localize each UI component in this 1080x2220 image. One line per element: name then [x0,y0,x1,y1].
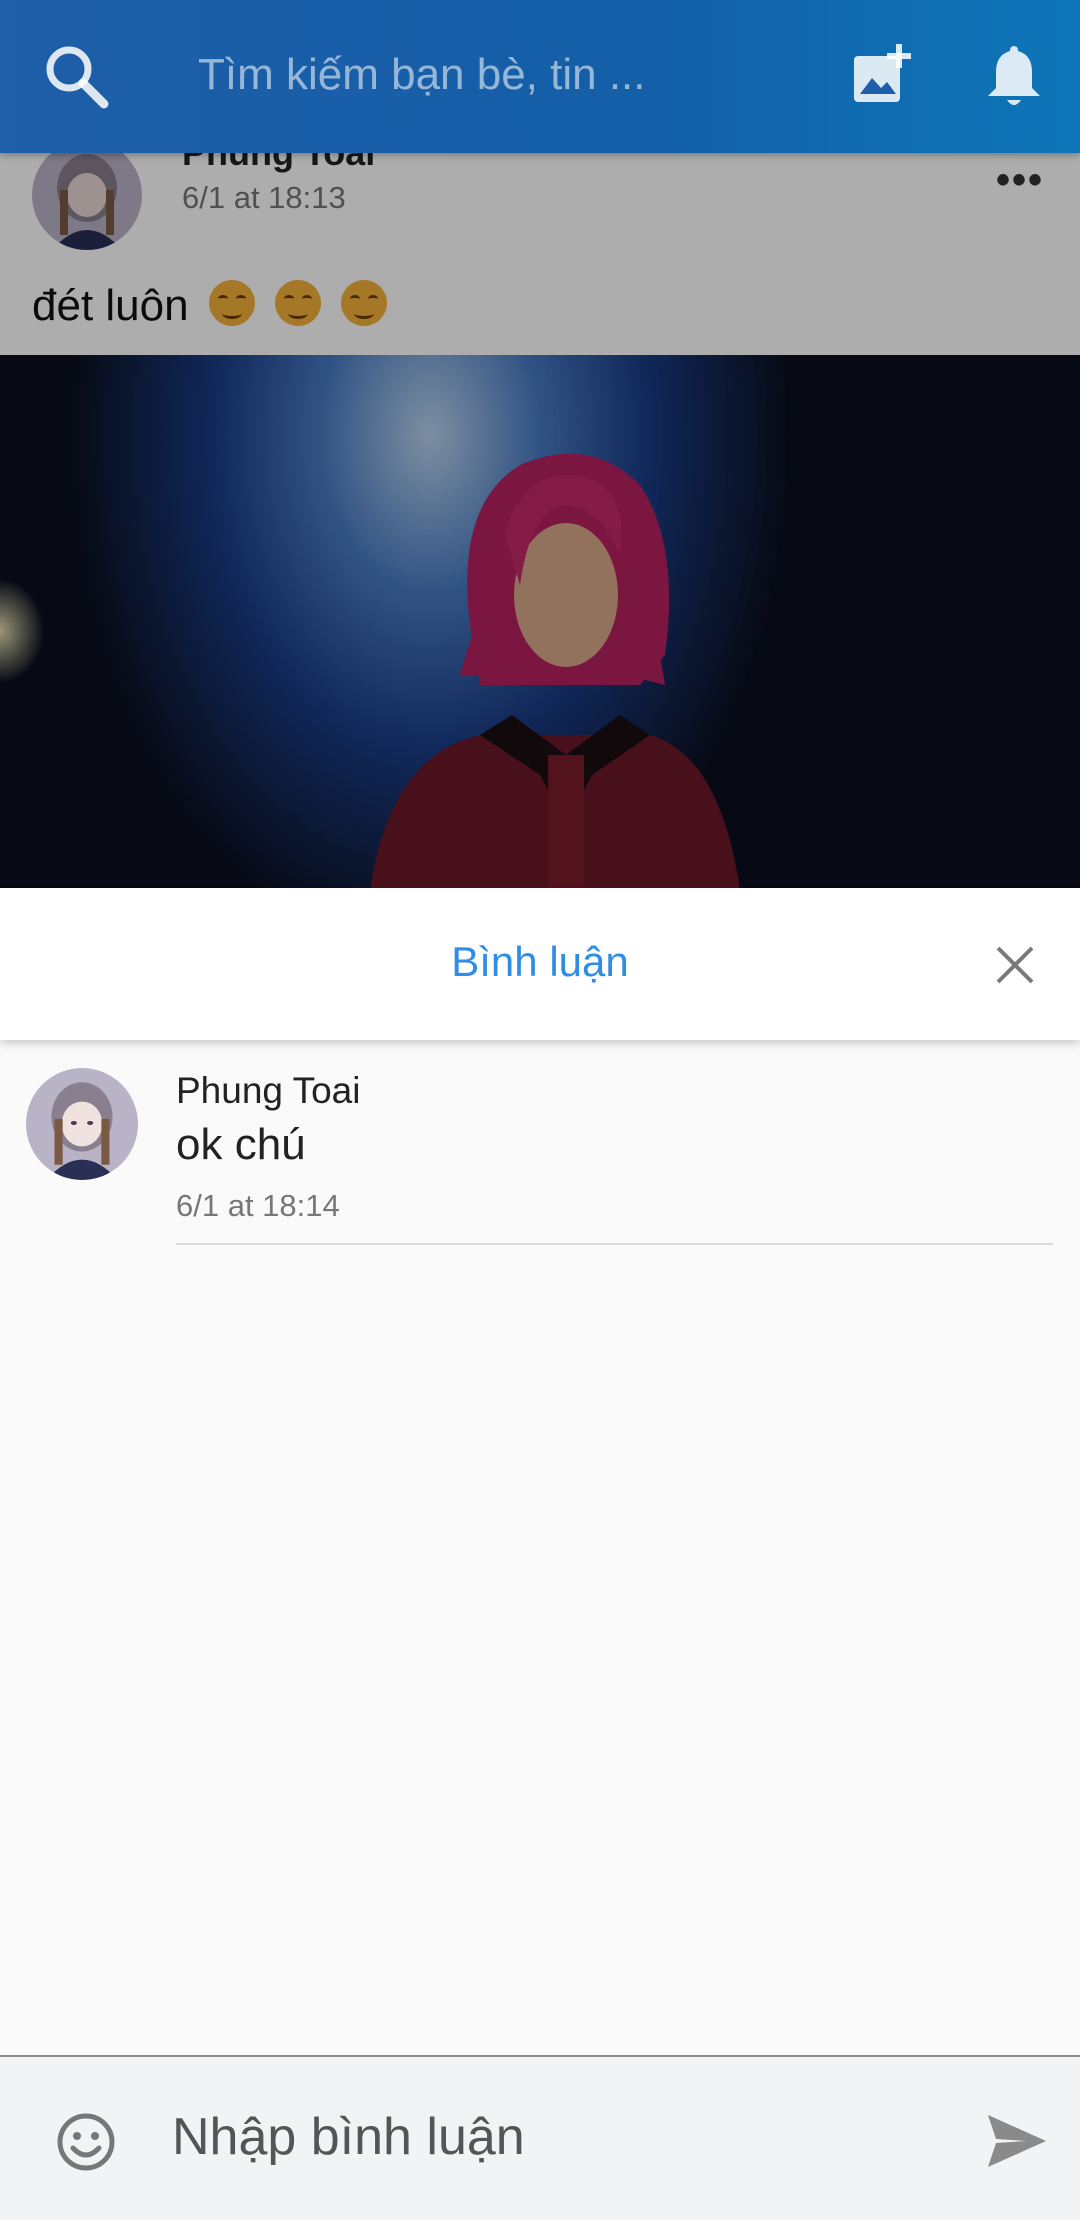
avatar-image [26,1068,138,1180]
screen: Phung Toai 6/1 at 18:13 ••• đét luôn [0,0,1080,2220]
comments-sheet: Bình luận Phung Toai ok chú 6/1 at 18:14 [0,888,1080,2220]
comment-input[interactable] [172,2107,952,2167]
emoji-icon[interactable] [56,2112,116,2172]
comments-sheet-header: Bình luận [0,888,1080,1040]
add-photo-icon[interactable] [850,42,916,108]
send-icon[interactable] [986,2113,1048,2169]
comment-avatar[interactable] [26,1068,138,1180]
comment-time: 6/1 at 18:14 [176,1188,340,1223]
comment-divider [176,1243,1053,1245]
comments-title: Bình luận [451,938,629,985]
bell-icon[interactable] [982,42,1046,110]
comment-text: ok chú [176,1120,306,1169]
comment-item: Phung Toai ok chú 6/1 at 18:14 [0,1068,1080,1243]
search-icon[interactable] [40,40,112,112]
comment-composer [0,2055,1080,2220]
close-icon[interactable] [990,940,1040,990]
search-input[interactable]: Tìm kiếm bạn bè, tin ... [198,50,646,100]
comment-author[interactable]: Phung Toai [176,1070,360,1112]
app-bar: Tìm kiếm bạn bè, tin ... [0,0,1080,153]
